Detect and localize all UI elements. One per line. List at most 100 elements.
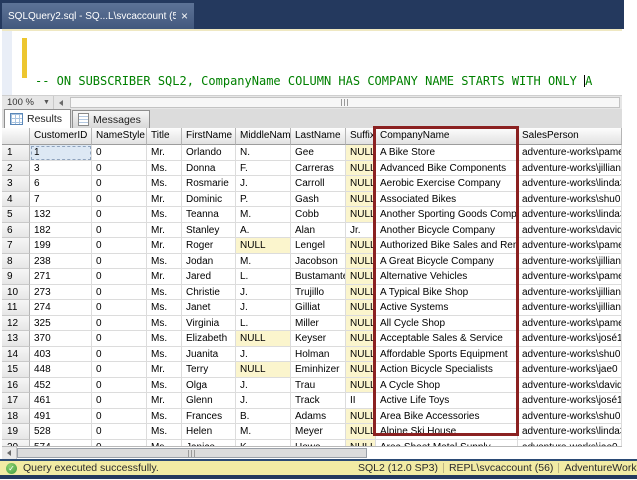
cell-suffix[interactable]: NULL	[346, 362, 376, 378]
cell-name_style[interactable]: 0	[92, 331, 147, 347]
cell-name_style[interactable]: 0	[92, 238, 147, 254]
cell-name_style[interactable]: 0	[92, 285, 147, 301]
cell-suffix[interactable]: Jr.	[346, 223, 376, 239]
cell-first_name[interactable]: Jared	[182, 269, 236, 285]
cell-sales_person[interactable]: adventure-works\david8	[518, 223, 622, 239]
cell-middle_name[interactable]: L.	[236, 316, 291, 332]
cell-sales_person[interactable]: adventure-works\pamela0	[518, 238, 622, 254]
cell-last_name[interactable]: Lengel	[291, 238, 346, 254]
row-number[interactable]: 15	[2, 362, 30, 378]
cell-sales_person[interactable]: adventure-works\david8	[518, 378, 622, 394]
cell-middle_name[interactable]: J.	[236, 393, 291, 409]
cell-customer_id[interactable]: 448	[30, 362, 92, 378]
cell-company_name[interactable]: Associated Bikes	[376, 192, 518, 208]
cell-customer_id[interactable]: 274	[30, 300, 92, 316]
row-number[interactable]: 13	[2, 331, 30, 347]
cell-name_style[interactable]: 0	[92, 207, 147, 223]
cell-name_style[interactable]: 0	[92, 347, 147, 363]
cell-sales_person[interactable]: adventure-works\josé1	[518, 331, 622, 347]
row-number[interactable]: 14	[2, 347, 30, 363]
row-number[interactable]: 8	[2, 254, 30, 270]
cell-company_name[interactable]: Aerobic Exercise Company	[376, 176, 518, 192]
select-all-corner[interactable]	[2, 128, 30, 145]
cell-suffix[interactable]: II	[346, 393, 376, 409]
tab-messages[interactable]: Messages	[72, 110, 150, 128]
cell-first_name[interactable]: Stanley	[182, 223, 236, 239]
cell-title[interactable]: Ms.	[147, 424, 182, 440]
row-number[interactable]: 3	[2, 176, 30, 192]
cell-company_name[interactable]: Action Bicycle Specialists	[376, 362, 518, 378]
row-number[interactable]: 1	[2, 145, 30, 161]
cell-name_style[interactable]: 0	[92, 424, 147, 440]
cell-customer_id[interactable]: 528	[30, 424, 92, 440]
cell-suffix[interactable]: NULL	[346, 192, 376, 208]
cell-sales_person[interactable]: adventure-works\jillian0	[518, 254, 622, 270]
cell-middle_name[interactable]: B.	[236, 409, 291, 425]
cell-customer_id[interactable]: 6	[30, 176, 92, 192]
cell-customer_id[interactable]: 238	[30, 254, 92, 270]
query-editor[interactable]: -- ON SUBSCRIBER SQL2, CompanyName COLUM…	[2, 31, 622, 95]
cell-last_name[interactable]: Jacobson	[291, 254, 346, 270]
cell-last_name[interactable]: Alan	[291, 223, 346, 239]
cell-middle_name[interactable]: NULL	[236, 331, 291, 347]
cell-name_style[interactable]: 0	[92, 409, 147, 425]
cell-suffix[interactable]: NULL	[346, 316, 376, 332]
cell-title[interactable]: Ms.	[147, 300, 182, 316]
cell-name_style[interactable]: 0	[92, 300, 147, 316]
cell-company_name[interactable]: Alternative Vehicles	[376, 269, 518, 285]
cell-title[interactable]: Mr.	[147, 145, 182, 161]
cell-first_name[interactable]: Jodan	[182, 254, 236, 270]
column-header-salesperson[interactable]: SalesPerson	[518, 128, 622, 145]
cell-first_name[interactable]: Juanita	[182, 347, 236, 363]
cell-suffix[interactable]: NULL	[346, 424, 376, 440]
cell-customer_id[interactable]: 452	[30, 378, 92, 394]
cell-company_name[interactable]: Alpine Ski House	[376, 424, 518, 440]
grid-scroll-left-button[interactable]	[2, 447, 17, 459]
cell-first_name[interactable]: Glenn	[182, 393, 236, 409]
cell-customer_id[interactable]: 491	[30, 409, 92, 425]
cell-sales_person[interactable]: adventure-works\pamela0	[518, 269, 622, 285]
cell-last_name[interactable]: Keyser	[291, 331, 346, 347]
cell-middle_name[interactable]: P.	[236, 192, 291, 208]
cell-title[interactable]: Mr.	[147, 223, 182, 239]
cell-sales_person[interactable]: adventure-works\linda3	[518, 424, 622, 440]
row-number[interactable]: 4	[2, 192, 30, 208]
cell-title[interactable]: Ms.	[147, 254, 182, 270]
cell-first_name[interactable]: Terry	[182, 362, 236, 378]
cell-suffix[interactable]: NULL	[346, 331, 376, 347]
cell-company_name[interactable]: Another Sporting Goods Company	[376, 207, 518, 223]
cell-title[interactable]: Ms.	[147, 285, 182, 301]
cell-name_style[interactable]: 0	[92, 362, 147, 378]
cell-first_name[interactable]: Rosmarie	[182, 176, 236, 192]
cell-suffix[interactable]: NULL	[346, 176, 376, 192]
cell-name_style[interactable]: 0	[92, 176, 147, 192]
cell-sales_person[interactable]: adventure-works\jillian0	[518, 285, 622, 301]
cell-suffix[interactable]: NULL	[346, 378, 376, 394]
row-number[interactable]: 7	[2, 238, 30, 254]
tab-results[interactable]: Results	[4, 109, 71, 128]
row-number[interactable]: 9	[2, 269, 30, 285]
cell-suffix[interactable]: NULL	[346, 145, 376, 161]
cell-name_style[interactable]: 0	[92, 254, 147, 270]
cell-name_style[interactable]: 0	[92, 145, 147, 161]
cell-last_name[interactable]: Trujillo	[291, 285, 346, 301]
cell-middle_name[interactable]: N.	[236, 145, 291, 161]
cell-last_name[interactable]: Eminhizer	[291, 362, 346, 378]
cell-sales_person[interactable]: adventure-works\jillian0	[518, 300, 622, 316]
cell-title[interactable]: Mr.	[147, 269, 182, 285]
row-number[interactable]: 5	[2, 207, 30, 223]
cell-middle_name[interactable]: L.	[236, 269, 291, 285]
cell-last_name[interactable]: Carroll	[291, 176, 346, 192]
column-header-lastname[interactable]: LastName	[291, 128, 346, 145]
cell-title[interactable]: Ms.	[147, 161, 182, 177]
cell-sales_person[interactable]: adventure-works\josé1	[518, 393, 622, 409]
cell-title[interactable]: Mr.	[147, 238, 182, 254]
cell-suffix[interactable]: NULL	[346, 300, 376, 316]
column-header-namestyle[interactable]: NameStyle	[92, 128, 147, 145]
sql-code[interactable]: -- ON SUBSCRIBER SQL2, CompanyName COLUM…	[35, 36, 592, 95]
cell-name_style[interactable]: 0	[92, 378, 147, 394]
cell-middle_name[interactable]: J.	[236, 378, 291, 394]
cell-middle_name[interactable]: M.	[236, 207, 291, 223]
row-number[interactable]: 6	[2, 223, 30, 239]
cell-last_name[interactable]: Adams	[291, 409, 346, 425]
